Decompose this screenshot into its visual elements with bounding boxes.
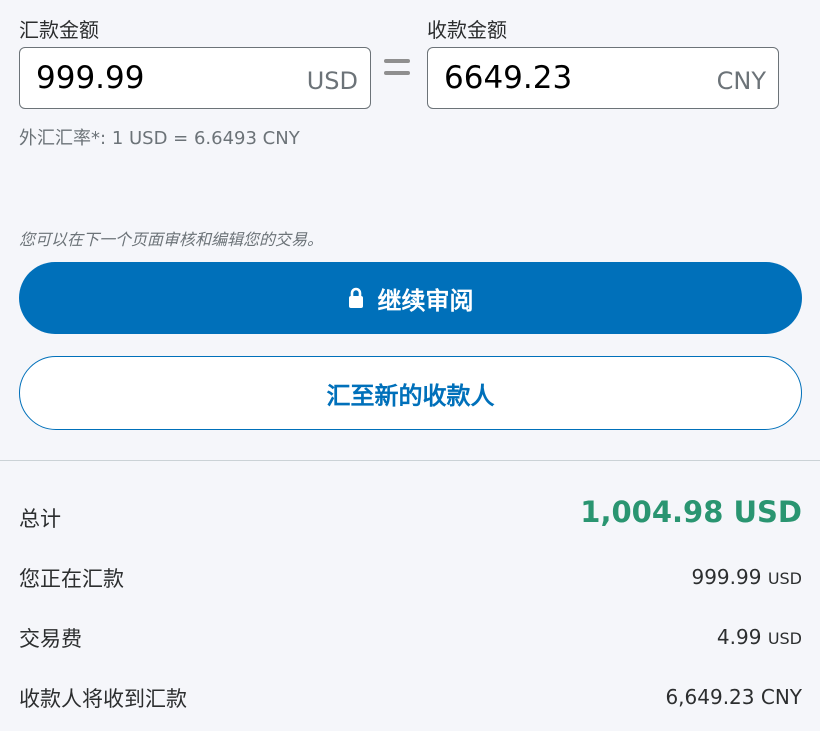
fee-label: 交易费 [19, 627, 82, 651]
fee-currency: USD [767, 629, 802, 648]
fee-value: 4.99 USD [717, 625, 802, 649]
send-currency-code: USD [306, 67, 358, 95]
fee-amount: 4.99 [716, 625, 762, 649]
sending-label: 您正在汇款 [19, 567, 124, 591]
continue-review-button[interactable]: 继续审阅 [19, 262, 802, 334]
exchange-rate: 外汇汇率*: 1 USD = 6.6493 CNY [19, 124, 300, 150]
section-divider [0, 460, 820, 461]
review-note: 您可以在下一个页面审核和编辑您的交易。 [19, 230, 324, 249]
send-amount-field[interactable]: USD [19, 47, 371, 109]
sending-value: 999.99 USD [691, 565, 802, 589]
total-label: 总计 [19, 507, 61, 531]
lock-icon [348, 287, 363, 308]
receive-amount-field[interactable]: CNY [427, 47, 779, 109]
summary-sending-row: 您正在汇款 999.99 USD [19, 557, 802, 597]
receive-amount-input[interactable] [444, 60, 684, 96]
equals-icon [384, 59, 410, 81]
exchange-rate-label: 外汇汇率*: [19, 128, 107, 149]
receive-amount-label: 收款金额 [427, 18, 507, 42]
continue-review-label: 继续审阅 [377, 286, 474, 315]
summary-fee-row: 交易费 4.99 USD [19, 617, 802, 657]
receive-currency-code: CNY [716, 67, 766, 95]
sending-amount: 999.99 [691, 565, 762, 589]
recipient-label: 收款人将收到汇款 [19, 687, 187, 711]
sending-currency: USD [767, 569, 802, 588]
send-to-new-recipient-button[interactable]: 汇至新的收款人 [19, 356, 802, 430]
send-to-new-recipient-label: 汇至新的收款人 [326, 381, 495, 410]
summary-total-row: 总计 1,004.98 USD [19, 495, 802, 537]
total-value: 1,004.98 USD [580, 495, 802, 529]
recipient-value: 6,649.23 CNY [665, 685, 802, 709]
send-amount-label: 汇款金额 [19, 18, 99, 42]
exchange-rate-value: 1 USD = 6.6493 CNY [111, 128, 300, 149]
send-amount-input[interactable] [36, 60, 276, 96]
summary-recipient-row: 收款人将收到汇款 6,649.23 CNY [19, 677, 802, 717]
